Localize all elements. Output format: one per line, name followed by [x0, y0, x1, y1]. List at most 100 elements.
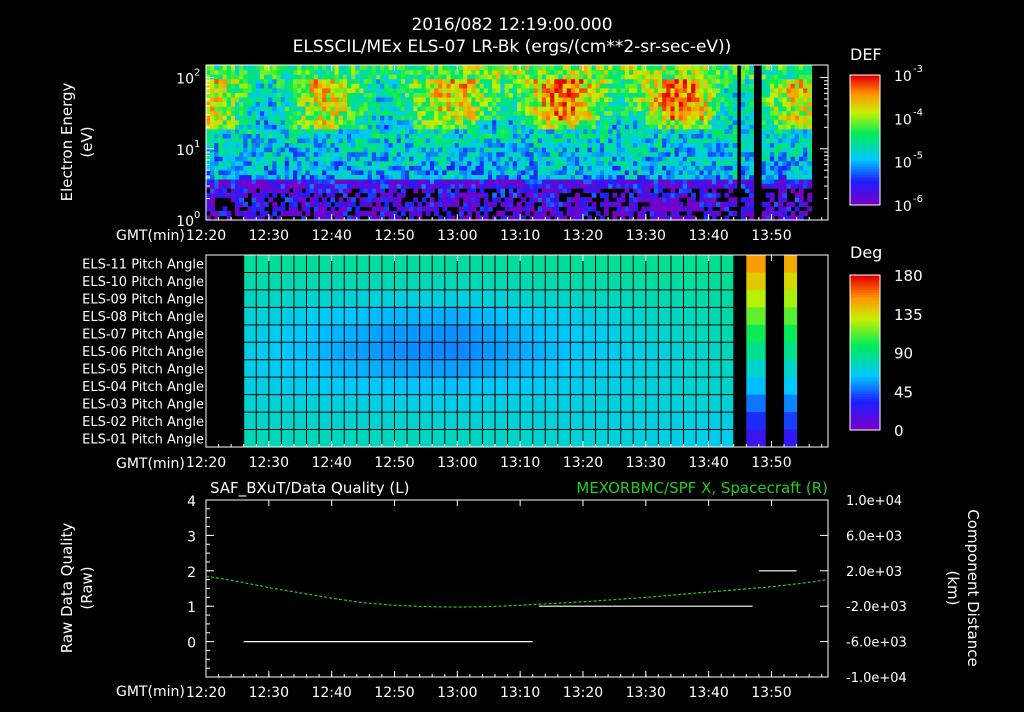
spectrogram-cell: [293, 152, 298, 157]
spectrogram-cell: [720, 65, 725, 70]
spectrogram-cell: [243, 120, 248, 125]
spectrogram-cell: [679, 133, 684, 138]
spectrogram-cell: [733, 115, 738, 120]
spectrogram-cell: [654, 147, 659, 152]
spectrogram-cell: [347, 115, 352, 120]
spectrogram-cell: [281, 124, 286, 129]
spectrogram-cell: [762, 179, 767, 184]
spectrogram-cell: [285, 179, 290, 184]
spectrogram-cell: [260, 129, 265, 134]
spectrogram-cell: [488, 202, 493, 207]
pitch-cell: [363, 395, 370, 413]
spectrogram-cell: [330, 165, 335, 170]
spectrogram-cell: [343, 65, 348, 70]
spectrogram-cell: [662, 202, 667, 207]
spectrogram-cell: [712, 83, 717, 88]
spectrogram-cell: [376, 161, 381, 166]
spectrogram-cell: [720, 170, 725, 175]
spectrogram-cell: [666, 133, 671, 138]
spectrogram-cell: [712, 161, 717, 166]
spectrogram-cell: [467, 202, 472, 207]
spectrogram-cell: [243, 115, 248, 120]
spectrogram-cell: [314, 211, 319, 216]
spectrogram-cell: [384, 65, 389, 70]
spectrogram-cell: [782, 106, 787, 111]
spectrogram-cell: [542, 161, 547, 166]
spectrogram-cell: [795, 115, 800, 120]
spectrogram-cell: [803, 70, 808, 75]
spectrogram-cell: [596, 83, 601, 88]
spectrogram-cell: [525, 170, 530, 175]
spectrogram-cell: [322, 129, 327, 134]
spectrogram-cell: [550, 111, 555, 116]
spectrogram-cell: [409, 184, 414, 189]
spectrogram-cell: [355, 120, 360, 125]
spectrogram-cell: [442, 79, 447, 84]
spectrogram-cell: [604, 74, 609, 79]
spectrogram-cell: [326, 124, 331, 129]
spectrogram-cell: [455, 152, 460, 157]
spectrogram-cell: [691, 161, 696, 166]
spectrogram-cell: [476, 165, 481, 170]
spectrogram-cell: [434, 83, 439, 88]
spectrogram-cell: [231, 143, 236, 148]
spectrogram-cell: [683, 188, 688, 193]
spectrogram-cell: [442, 124, 447, 129]
spectrogram-cell: [455, 92, 460, 97]
spectrogram-cell: [621, 70, 626, 75]
spectrogram-cell: [364, 70, 369, 75]
spectrogram-cell: [621, 143, 626, 148]
spectrogram-cell: [579, 147, 584, 152]
spectrogram-cell: [223, 92, 228, 97]
pitch-cell: [388, 377, 395, 395]
spectrogram-cell: [596, 174, 601, 179]
spectrogram-cell: [646, 188, 651, 193]
spectrogram-cell: [455, 165, 460, 170]
spectrogram-cell: [264, 111, 269, 116]
spectrogram-cell: [745, 70, 750, 75]
spectrogram-cell: [683, 70, 688, 75]
spectrogram-cell: [724, 174, 729, 179]
spectrogram-cell: [787, 124, 792, 129]
spectrogram-cell: [538, 156, 543, 161]
spectrogram-cell: [521, 70, 526, 75]
spectrogram-cell: [600, 106, 605, 111]
spectrogram-cell: [745, 156, 750, 161]
pitch-cell: [325, 255, 332, 273]
spectrogram-cell: [641, 184, 646, 189]
pitch-cell: [351, 395, 358, 413]
spectrogram-cell: [683, 152, 688, 157]
spectrogram-cell: [422, 115, 427, 120]
spectrogram-cell: [476, 129, 481, 134]
spectrogram-cell: [467, 88, 472, 93]
spectrogram-cell: [558, 97, 563, 102]
spectrogram-cell: [807, 165, 812, 170]
spectrogram-cell: [583, 115, 588, 120]
spectrogram-cell: [542, 184, 547, 189]
spectrogram-cell: [666, 111, 671, 116]
spectrogram-cell: [268, 147, 273, 152]
spectrogram-cell: [724, 202, 729, 207]
spectrogram-cell: [621, 174, 626, 179]
spectrogram-cell: [480, 156, 485, 161]
spectrogram-cell: [608, 165, 613, 170]
pitch-cell: [332, 290, 339, 308]
spectrogram-cell: [799, 156, 804, 161]
spectrogram-cell: [451, 138, 456, 143]
spectrogram-cell: [708, 156, 713, 161]
spectrogram-cell: [604, 152, 609, 157]
spectrogram-cell: [355, 161, 360, 166]
spectrogram-cell: [451, 152, 456, 157]
spectrogram-cell: [558, 184, 563, 189]
spectrogram-cell: [297, 74, 302, 79]
spectrogram-cell: [745, 184, 750, 189]
spectrogram-cell: [239, 115, 244, 120]
spectrogram-cell: [488, 92, 493, 97]
spectrogram-cell: [749, 74, 754, 79]
spectrogram-cell: [529, 124, 534, 129]
spectrogram-cell: [227, 138, 232, 143]
spectrogram-cell: [799, 193, 804, 198]
spectrogram-cell: [388, 101, 393, 106]
spectrogram-cell: [330, 101, 335, 106]
spectrogram-cell: [476, 152, 481, 157]
